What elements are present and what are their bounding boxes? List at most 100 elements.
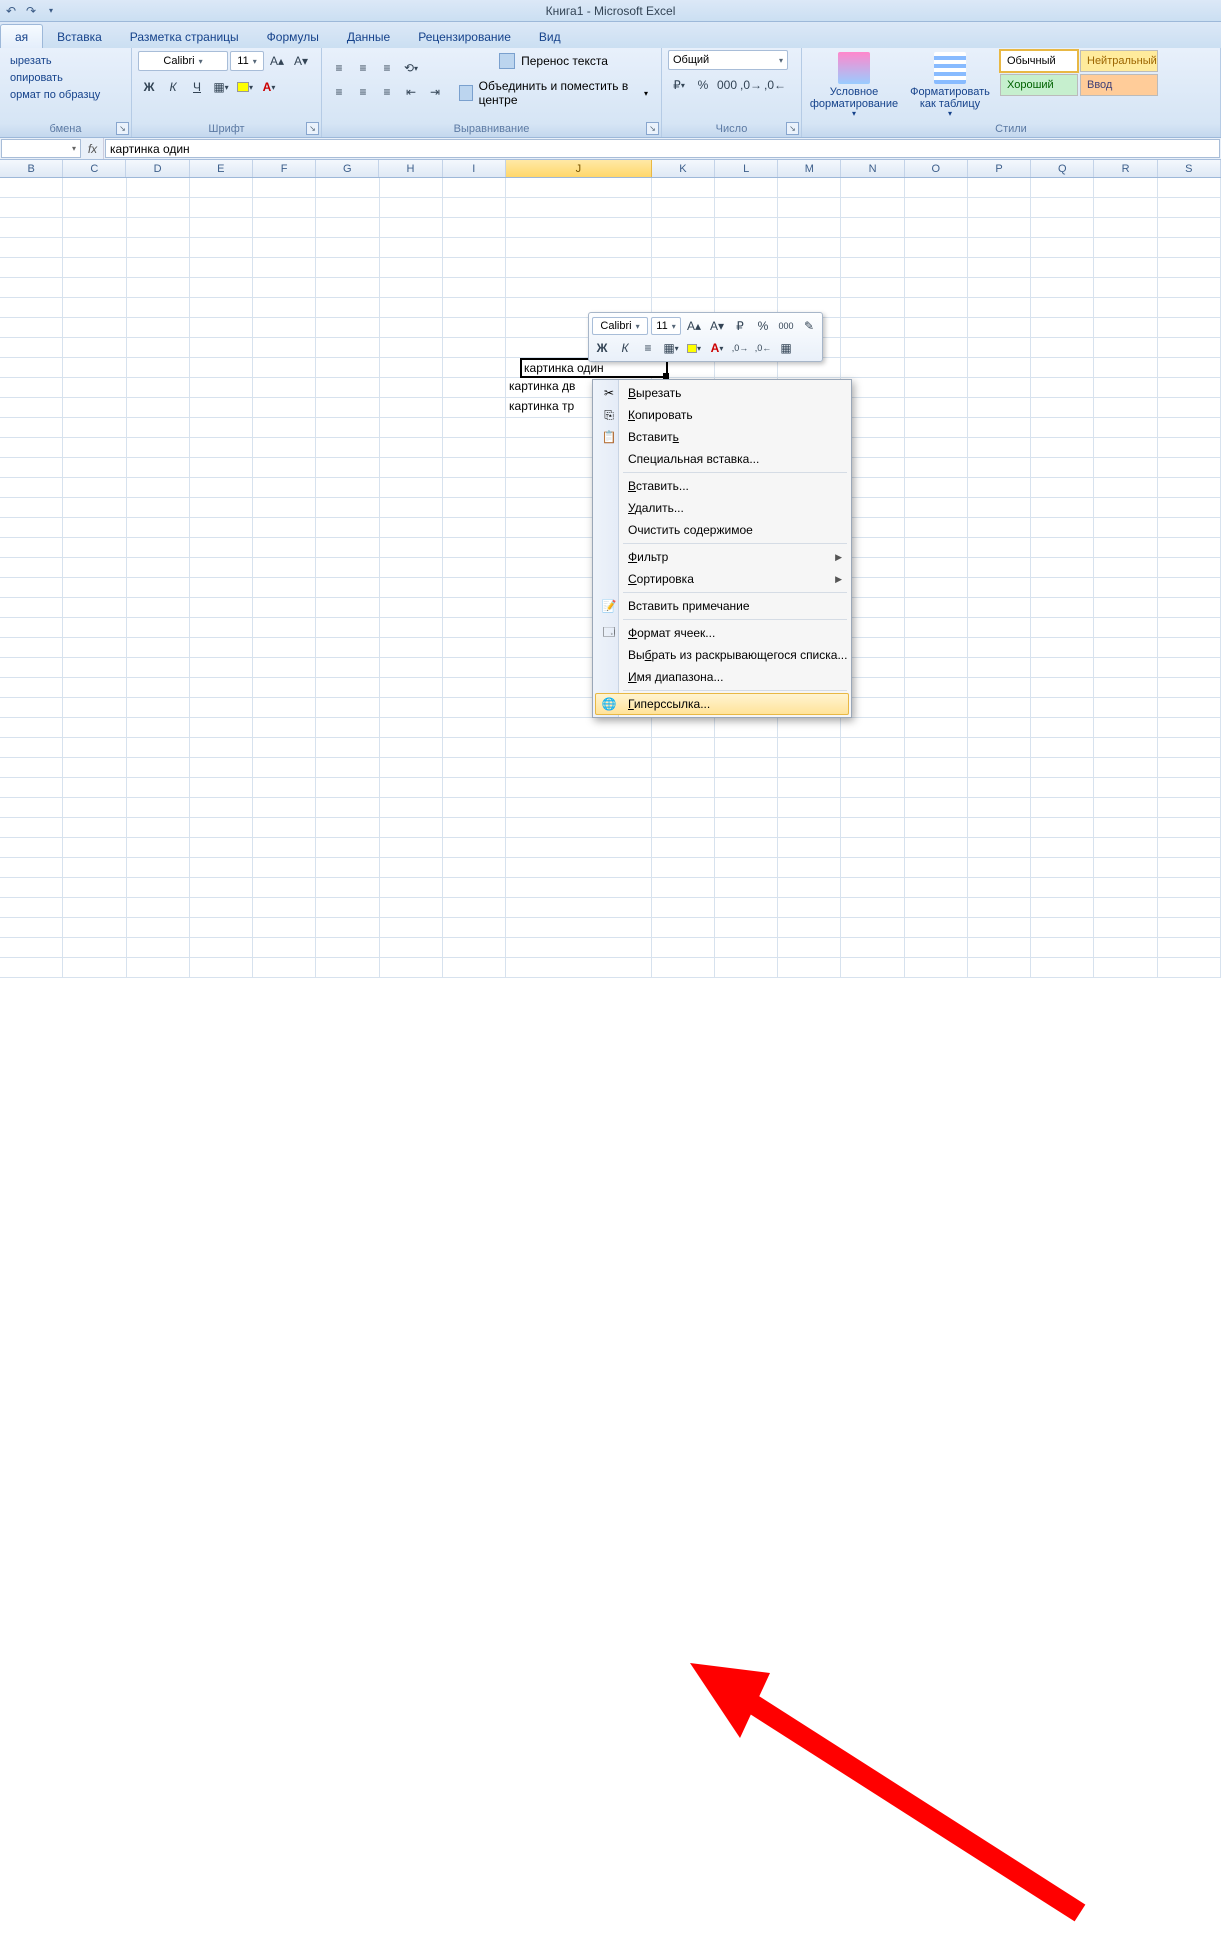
cell[interactable] [968, 638, 1031, 658]
cell[interactable] [380, 398, 443, 418]
cell[interactable] [63, 958, 126, 978]
cell[interactable] [1031, 318, 1094, 338]
cell[interactable] [778, 198, 841, 218]
cell[interactable] [652, 278, 715, 298]
cell[interactable] [715, 238, 778, 258]
cell[interactable] [0, 558, 63, 578]
cell[interactable] [63, 818, 126, 838]
cell[interactable] [380, 798, 443, 818]
column-header-c[interactable]: C [63, 160, 126, 177]
cell[interactable] [443, 318, 506, 338]
cell[interactable] [1094, 758, 1157, 778]
column-header-q[interactable]: Q [1031, 160, 1094, 177]
cell[interactable] [253, 458, 316, 478]
cell[interactable] [0, 538, 63, 558]
cell[interactable] [63, 538, 126, 558]
cell[interactable] [905, 558, 968, 578]
column-header-n[interactable]: N [841, 160, 904, 177]
cell[interactable] [778, 778, 841, 798]
cell[interactable] [1031, 458, 1094, 478]
cell[interactable] [380, 298, 443, 318]
cell[interactable] [1031, 938, 1094, 958]
cell[interactable] [1031, 858, 1094, 878]
cell[interactable] [1031, 278, 1094, 298]
cell[interactable] [316, 198, 379, 218]
cell[interactable] [1158, 758, 1221, 778]
cell[interactable] [443, 838, 506, 858]
cell[interactable] [253, 578, 316, 598]
cell[interactable] [316, 238, 379, 258]
cell[interactable] [127, 338, 190, 358]
qat-dropdown-icon[interactable]: ▾ [42, 2, 60, 20]
cell[interactable] [1094, 518, 1157, 538]
cut-button[interactable]: ырезать [6, 53, 56, 69]
cell[interactable] [316, 258, 379, 278]
cell[interactable] [190, 538, 253, 558]
redo-icon[interactable]: ↷ [22, 2, 40, 20]
font-launcher[interactable]: ↘ [306, 122, 319, 135]
cell[interactable] [380, 638, 443, 658]
cell[interactable] [63, 898, 126, 918]
cell[interactable] [506, 778, 652, 798]
cell[interactable] [443, 678, 506, 698]
cell-style-normal[interactable]: Обычный [1000, 50, 1078, 72]
ctx-имя-диапазона-[interactable]: Имя диапазона... [595, 666, 849, 688]
cell[interactable] [127, 698, 190, 718]
cell[interactable] [506, 218, 652, 238]
cell[interactable] [1094, 338, 1157, 358]
cell[interactable] [0, 718, 63, 738]
cell[interactable] [1158, 418, 1221, 438]
cell[interactable] [190, 378, 253, 398]
cell[interactable] [968, 558, 1031, 578]
cell[interactable] [380, 718, 443, 738]
cell[interactable] [380, 738, 443, 758]
cell[interactable] [1158, 818, 1221, 838]
cell[interactable] [190, 738, 253, 758]
cell[interactable] [127, 358, 190, 378]
cell[interactable] [253, 878, 316, 898]
cell[interactable] [127, 958, 190, 978]
cell[interactable] [443, 718, 506, 738]
cell[interactable] [652, 958, 715, 978]
cell[interactable] [380, 778, 443, 798]
cell[interactable] [1094, 458, 1157, 478]
cell[interactable] [316, 538, 379, 558]
align-right-icon[interactable]: ≡ [376, 81, 398, 103]
cell[interactable] [190, 838, 253, 858]
cell[interactable] [715, 718, 778, 738]
column-header-f[interactable]: F [253, 160, 316, 177]
font-name-combo[interactable]: Calibri▾ [138, 51, 228, 71]
underline-button[interactable]: Ч [186, 76, 208, 98]
wrap-text-button[interactable]: Перенос текста [452, 50, 655, 72]
cell[interactable] [1031, 798, 1094, 818]
cell[interactable] [506, 958, 652, 978]
ctx-копировать[interactable]: ⎘Копировать [595, 404, 849, 426]
cell[interactable] [253, 358, 316, 378]
increase-font-icon[interactable]: A▴ [266, 50, 288, 72]
cell[interactable] [968, 798, 1031, 818]
cell[interactable] [905, 798, 968, 818]
cell[interactable] [715, 938, 778, 958]
column-header-r[interactable]: R [1094, 160, 1157, 177]
cell[interactable] [380, 898, 443, 918]
cell[interactable] [1031, 918, 1094, 938]
column-header-p[interactable]: P [968, 160, 1031, 177]
ctx-формат-ячеек-[interactable]: 🗔Формат ячеек... [595, 622, 849, 644]
cell[interactable] [63, 438, 126, 458]
tab-home[interactable]: ая [0, 24, 43, 48]
cell[interactable] [63, 598, 126, 618]
cell[interactable] [0, 438, 63, 458]
cell[interactable] [1031, 558, 1094, 578]
cell[interactable] [0, 478, 63, 498]
cell[interactable] [1094, 198, 1157, 218]
cell[interactable] [63, 298, 126, 318]
cell[interactable] [1158, 538, 1221, 558]
cell[interactable] [1158, 958, 1221, 978]
bold-button[interactable]: Ж [138, 76, 160, 98]
number-launcher[interactable]: ↘ [786, 122, 799, 135]
cell[interactable] [190, 818, 253, 838]
cell[interactable] [1031, 478, 1094, 498]
cell[interactable] [443, 398, 506, 418]
cell[interactable] [715, 218, 778, 238]
cell[interactable] [1031, 198, 1094, 218]
